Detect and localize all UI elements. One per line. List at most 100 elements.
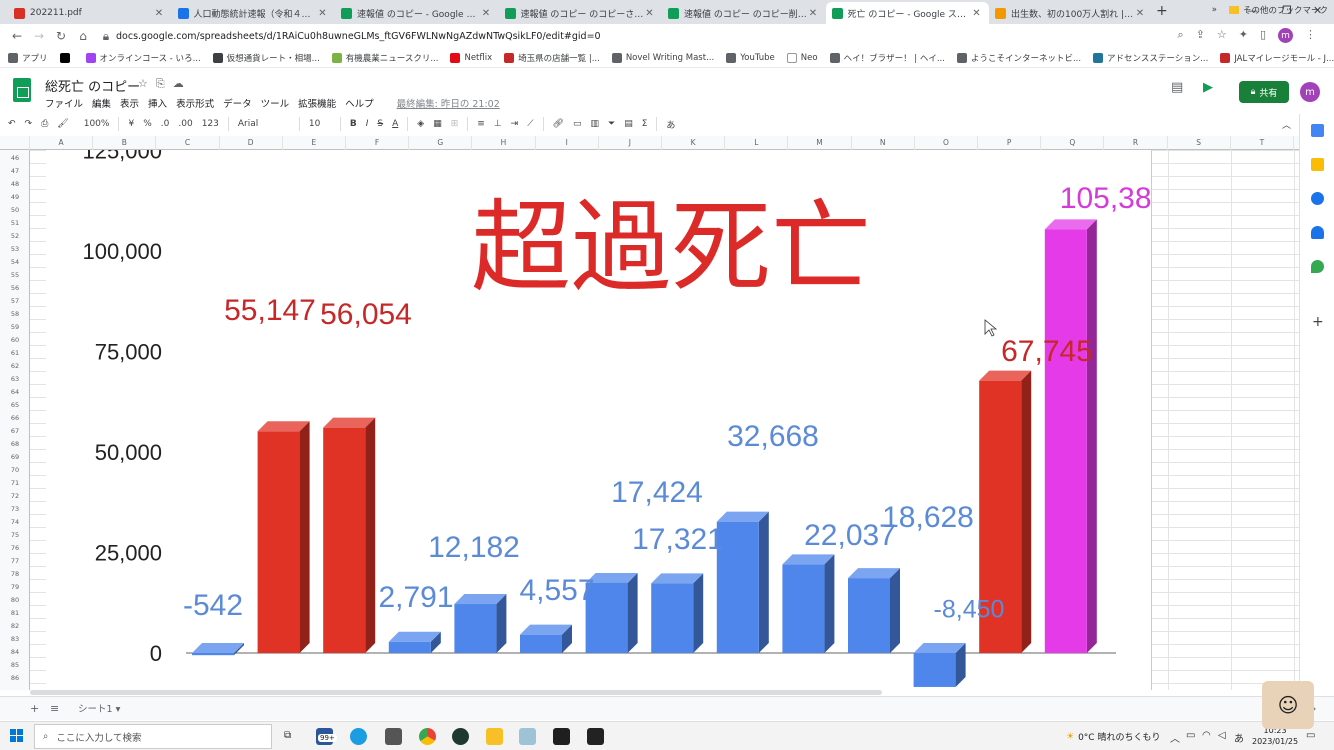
meet-icon[interactable]: ▶ — [1203, 80, 1213, 95]
browser-tab[interactable]: 速報値 のコピー のコピーさくじょ - Go✕ — [499, 2, 662, 24]
row-header-cell[interactable]: 58 — [0, 308, 30, 321]
text-color-icon[interactable]: A — [392, 119, 398, 129]
sheets-logo-icon[interactable] — [13, 78, 31, 102]
currency-format-button[interactable]: ¥ — [128, 119, 134, 129]
zoom-icon[interactable]: ⌕ — [1177, 28, 1183, 43]
windows-start-icon[interactable] — [10, 729, 24, 743]
column-header-cell[interactable]: O — [915, 136, 978, 150]
comment-icon[interactable]: ▭ — [573, 119, 582, 129]
terminal-icon[interactable] — [553, 728, 570, 745]
cloud-status-icon[interactable]: ☁ — [173, 77, 184, 91]
paint-format-icon[interactable]: 🖌︎ — [57, 119, 68, 129]
font-size-select[interactable]: 10 — [309, 119, 331, 129]
all-sheets-button[interactable]: ≡ — [50, 702, 59, 715]
column-header-cell[interactable]: M — [788, 136, 852, 150]
add-sheet-button[interactable]: + — [30, 702, 39, 715]
italic-icon[interactable]: I — [366, 119, 369, 129]
column-header-cell[interactable]: N — [852, 136, 915, 150]
row-header-cell[interactable]: 63 — [0, 373, 30, 386]
row-header-cell[interactable]: 53 — [0, 243, 30, 256]
edge-icon[interactable] — [350, 728, 367, 745]
row-header-cell[interactable]: 84 — [0, 646, 30, 659]
home-icon[interactable]: ⌂ — [72, 29, 94, 43]
increase-decimal-button[interactable]: .00 — [178, 119, 192, 129]
percent-format-button[interactable]: % — [143, 119, 152, 129]
profile-avatar[interactable]: m — [1278, 28, 1293, 43]
browser-tab[interactable]: 速報値 のコピー のコピー削除する -✕ — [662, 2, 825, 24]
keep-icon[interactable] — [1311, 158, 1324, 171]
column-header-cell[interactable]: P — [978, 136, 1042, 150]
bar-chart[interactable]: 0 25,000 50,000 75,000 100,000 125,000 -542 55,… — [46, 150, 1152, 690]
app-icon[interactable] — [452, 728, 469, 745]
row-header-cell[interactable]: 79 — [0, 581, 30, 594]
row-header-cell[interactable]: 67 — [0, 425, 30, 438]
bookmark-item[interactable]: 埼玉県の店舗一覧 |... — [504, 52, 600, 64]
tab-close-icon[interactable]: ✕ — [971, 8, 983, 19]
row-header-cell[interactable]: 70 — [0, 464, 30, 477]
bookmark-other[interactable]: » その他のブックマーク — [1212, 4, 1328, 16]
row-header-cell[interactable]: 66 — [0, 412, 30, 425]
row-header-cell[interactable]: 52 — [0, 230, 30, 243]
tab-close-icon[interactable]: ✕ — [1134, 8, 1146, 19]
tasks-icon[interactable] — [1311, 192, 1324, 205]
network-icon[interactable]: ▭ — [1186, 730, 1195, 741]
row-header-cell[interactable]: 49 — [0, 191, 30, 204]
column-header-cell[interactable]: R — [1104, 136, 1168, 150]
wifi-icon[interactable]: ◠ — [1202, 730, 1211, 741]
share-button[interactable]: 🔒︎ 共有 — [1239, 81, 1289, 103]
move-folder-icon[interactable]: ⎘ — [156, 77, 165, 91]
column-header-cell[interactable]: B — [93, 136, 157, 150]
font-select[interactable]: Arial — [238, 119, 290, 129]
fill-color-icon[interactable]: ◈ — [417, 119, 424, 129]
bookmark-item[interactable]: JALマイレージモール - J... — [1220, 52, 1334, 64]
column-header-cell[interactable]: I — [536, 136, 599, 150]
star-icon[interactable]: ☆ — [1217, 28, 1227, 43]
bookmark-item[interactable]: アプリ — [8, 52, 48, 64]
horizontal-align-icon[interactable]: ≡ — [477, 119, 485, 129]
screen-capture-icon[interactable] — [587, 728, 604, 745]
menu-item[interactable]: データ — [223, 96, 252, 110]
browser-tab[interactable]: 出生数、初の100万人割れ | ニュ ✕ — [989, 2, 1152, 24]
row-header-cell[interactable]: 60 — [0, 334, 30, 347]
merge-cells-icon[interactable]: ⊞ — [451, 119, 459, 129]
bookmark-item[interactable]: 仮想通貨レート・相場... — [212, 52, 320, 64]
menu-item[interactable]: 表示 — [120, 96, 139, 110]
bookmark-item[interactable]: 有機農業ニュースクリ... — [331, 52, 438, 64]
row-header-cell[interactable]: 82 — [0, 620, 30, 633]
tab-close-icon[interactable]: ✕ — [317, 8, 329, 19]
calendar-icon[interactable] — [1311, 124, 1324, 137]
photos-icon[interactable] — [519, 728, 536, 745]
embedded-chart[interactable]: 0 25,000 50,000 75,000 100,000 125,000 -542 55,… — [46, 150, 1152, 690]
bookmark-item[interactable]: ヘイ！ブラザー！ | ヘイ... — [829, 52, 945, 64]
row-header-cell[interactable]: 68 — [0, 438, 30, 451]
document-title[interactable]: 総死亡 のコピー — [45, 76, 140, 95]
row-header-cell[interactable]: 86 — [0, 672, 30, 685]
row-header-cell[interactable]: 57 — [0, 295, 30, 308]
bookmark-item[interactable]: アドセンスステーション... — [1093, 52, 1208, 64]
row-header-cell[interactable]: 48 — [0, 178, 30, 191]
input-tools-icon[interactable]: あ — [666, 118, 675, 131]
row-header-cell[interactable]: 55 — [0, 269, 30, 282]
text-wrap-icon[interactable]: ⇥ — [511, 119, 519, 129]
horizontal-scrollbar[interactable] — [30, 690, 882, 695]
tab-close-icon[interactable]: ✕ — [807, 8, 819, 19]
row-header-cell[interactable]: 77 — [0, 555, 30, 568]
url-field[interactable]: docs.google.com/spreadsheets/d/1RAiCu0h8… — [116, 31, 601, 42]
column-header-cell[interactable]: S — [1168, 136, 1231, 150]
menu-item[interactable]: ヘルプ — [345, 96, 374, 110]
row-header-cell[interactable]: 69 — [0, 451, 30, 464]
row-header-cell[interactable]: 83 — [0, 633, 30, 646]
print-icon[interactable]: ⎙ — [41, 119, 48, 129]
row-header-cell[interactable]: 81 — [0, 607, 30, 620]
undo-icon[interactable]: ↶ — [8, 119, 16, 129]
more-formats-select[interactable]: 123 — [202, 119, 219, 129]
row-header-cell[interactable]: 74 — [0, 516, 30, 529]
row-header-cell[interactable]: 78 — [0, 568, 30, 581]
functions-icon[interactable]: Σ — [642, 119, 648, 129]
menu-item[interactable]: ツール — [261, 96, 290, 110]
filter-icon[interactable]: ⏷ — [608, 119, 615, 129]
task-view-icon[interactable]: ⧉ — [284, 730, 291, 741]
weather-widget[interactable]: ☀ 0°C 晴れのちくもり — [1066, 730, 1160, 744]
browser-tab[interactable]: 速報値 のコピー - Google スプレッ✕ — [335, 2, 498, 24]
bookmark-more-icon[interactable]: » — [1212, 5, 1217, 15]
